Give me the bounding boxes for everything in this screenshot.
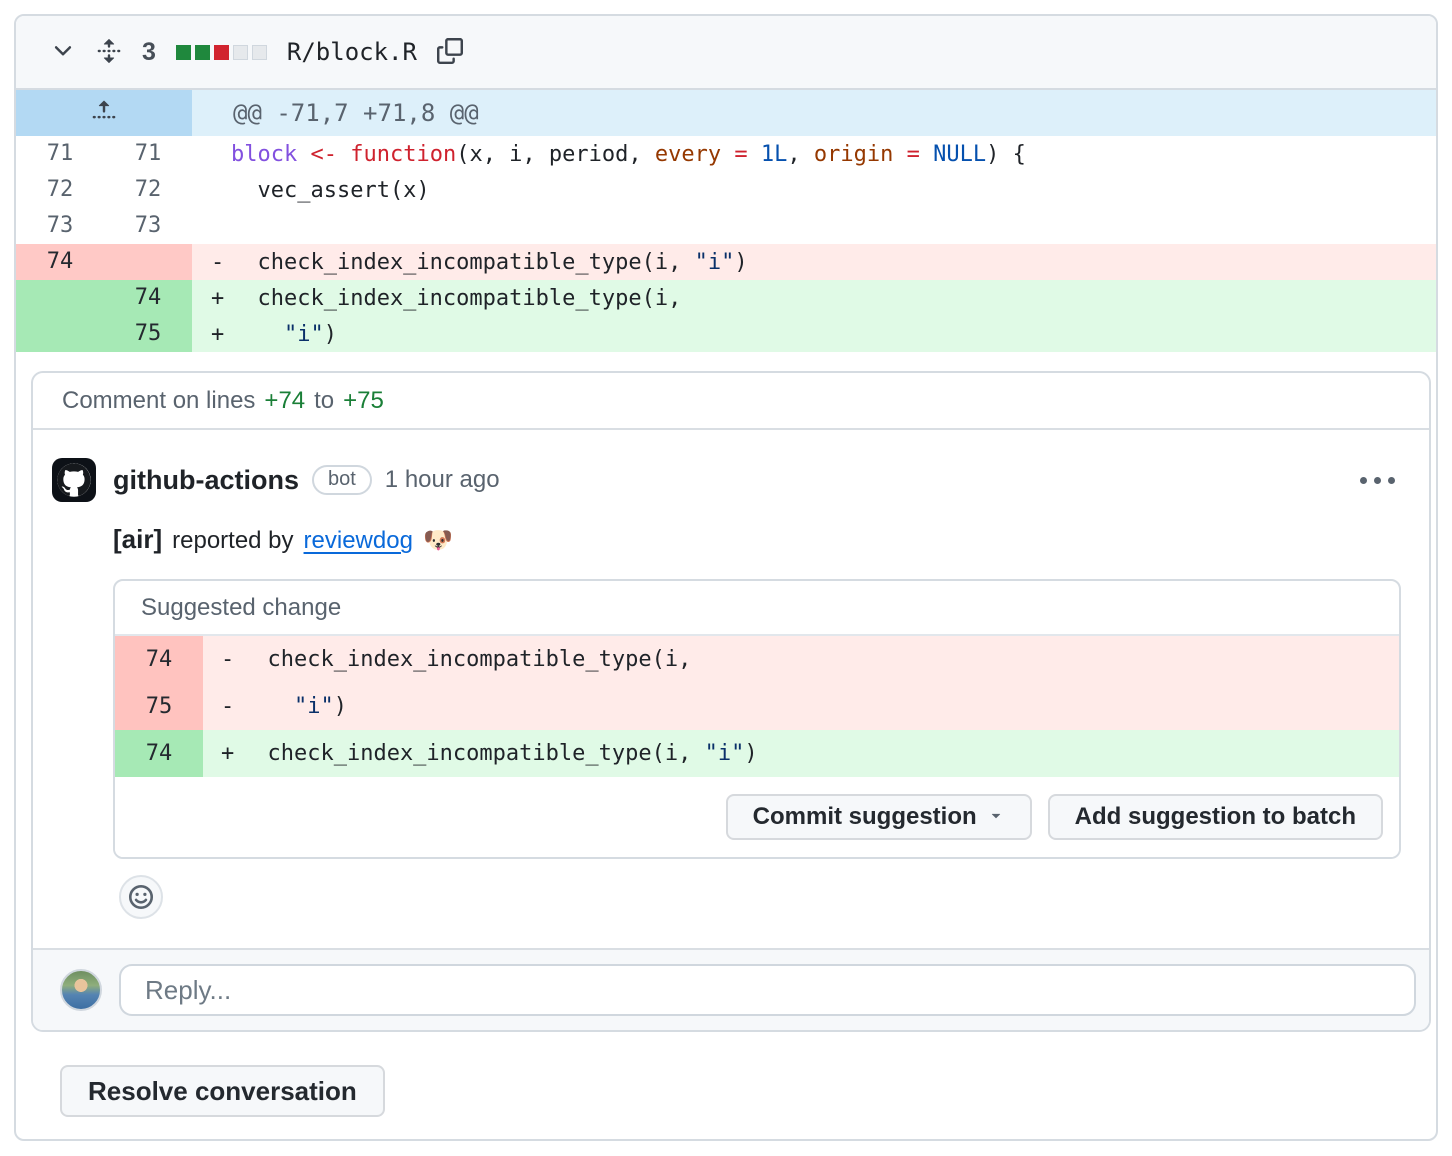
collapse-file-button[interactable] [50,38,76,67]
diff-row-context: 73 73 [16,208,1436,244]
resolve-conversation-button[interactable]: Resolve conversation [60,1065,385,1117]
diff-table: 71 71 block <- function(x, i, period, ev… [16,136,1436,352]
smiley-icon [128,884,154,910]
old-line-number[interactable]: 74 [16,244,104,280]
add-reaction-button[interactable] [119,875,163,919]
comment-body: [air] reported by reviewdog 🐶 [113,524,1401,555]
code-line: "i") [231,322,337,347]
reported-by-text: reported by [172,527,293,555]
diff-marker: - [221,647,241,672]
reviewdog-link[interactable]: reviewdog [304,527,413,555]
review-thread-card: Comment on lines +74 to +75 github-actio… [31,371,1431,1032]
github-actions-avatar [52,458,96,502]
suggested-change-title: Suggested change [115,581,1399,636]
old-line-number[interactable] [16,280,104,316]
suggested-change-card: Suggested change 74 - check_index_incomp… [113,579,1401,859]
suggestion-row-deleted: 75 - "i") [115,683,1399,730]
diff-marker [211,142,231,167]
new-line-number[interactable]: 72 [104,172,192,208]
unfold-icon [96,38,122,67]
kebab-icon [1360,477,1395,484]
diff-row-added: 74 + check_index_incompatible_type(i, [16,280,1436,316]
changed-lines-count: 3 [142,38,156,67]
suggestion-row-deleted: 74 - check_index_incompatible_type(i, [115,636,1399,683]
hunk-row: @@ -71,7 +71,8 @@ [16,90,1436,136]
comment-options-button[interactable] [1354,471,1401,490]
diff-row-deleted: 74 - check_index_incompatible_type(i, "i… [16,244,1436,280]
thread-header-connector: to [314,387,334,415]
diff-row-context: 71 71 block <- function(x, i, period, ev… [16,136,1436,172]
old-line-number[interactable]: 71 [16,136,104,172]
comment-author[interactable]: github-actions [113,465,299,496]
dog-emoji: 🐶 [423,526,453,555]
new-line-number[interactable]: 74 [104,280,192,316]
suggestion-row-added: 74 + check_index_incompatible_type(i, "i… [115,730,1399,777]
diffstat-square-deleted [214,45,229,60]
suggestion-line-number: 74 [115,730,203,777]
hunk-header-text: @@ -71,7 +71,8 @@ [192,90,1436,136]
diff-marker: + [211,286,231,311]
reply-input[interactable] [119,964,1416,1016]
diffstat-square-neutral [233,45,248,60]
diffstat-square-neutral [252,45,267,60]
diffstat-squares [176,45,267,60]
suggestion-line-number: 75 [115,683,203,730]
bot-badge: bot [312,465,372,495]
expand-all-hunks-button[interactable] [96,38,122,67]
thread-line-from: +74 [264,387,305,415]
code-line: block <- function(x, i, period, every = … [231,142,1026,167]
diff-marker: - [211,250,231,275]
diff-marker: + [221,741,241,766]
thread-line-to: +75 [343,387,384,415]
commit-suggestion-label: Commit suggestion [753,803,977,831]
comment: github-actions bot 1 hour ago [air] repo… [33,430,1429,948]
user-avatar [60,969,102,1011]
fold-up-icon [91,98,117,128]
suggestion-line-number: 74 [115,636,203,683]
old-line-number[interactable]: 73 [16,208,104,244]
comment-meta-row: github-actions bot 1 hour ago [113,458,1401,502]
commit-suggestion-button[interactable]: Commit suggestion [726,794,1032,840]
code-line: "i") [241,694,347,719]
suggestion-diff: 74 - check_index_incompatible_type(i, 75… [115,636,1399,777]
thread-header: Comment on lines +74 to +75 [33,373,1429,430]
suggestion-actions: Commit suggestion Add suggestion to batc… [115,777,1399,857]
file-name[interactable]: R/block.R [287,38,417,66]
diff-marker: - [221,694,241,719]
diff-row-context: 72 72 vec_assert(x) [16,172,1436,208]
add-suggestion-to-batch-label: Add suggestion to batch [1075,803,1356,831]
code-line: check_index_incompatible_type(i, [241,647,691,672]
triangle-down-icon [987,803,1005,831]
copy-file-path-button[interactable] [437,38,463,67]
chevron-down-icon [50,38,76,67]
comment-timestamp[interactable]: 1 hour ago [385,466,500,494]
diff-marker [211,178,231,203]
diff-marker [211,214,231,239]
diff-marker: + [211,322,231,347]
new-line-number[interactable]: 75 [104,316,192,352]
code-line: check_index_incompatible_type(i, "i") [241,741,758,766]
copy-icon [437,38,463,67]
new-line-number[interactable]: 71 [104,136,192,172]
new-line-number[interactable]: 73 [104,208,192,244]
diffstat-square-added [195,45,210,60]
code-line: check_index_incompatible_type(i, "i") [231,250,748,275]
diff-row-added: 75 + "i") [16,316,1436,352]
code-line: vec_assert(x) [231,178,430,203]
tool-tag: [air] [113,524,162,555]
file-header: 3 R/block.R [16,16,1436,90]
old-line-number[interactable]: 72 [16,172,104,208]
add-suggestion-to-batch-button[interactable]: Add suggestion to batch [1048,794,1383,840]
code-line: check_index_incompatible_type(i, [231,286,681,311]
new-line-number[interactable] [104,244,192,280]
old-line-number[interactable] [16,316,104,352]
comment-content: github-actions bot 1 hour ago [air] repo… [113,458,1401,948]
diff-file-card: 3 R/block.R @@ -71,7 +71,8 @@ 71 71 bloc… [14,14,1438,1141]
thread-header-prefix: Comment on lines [62,387,255,415]
expand-hunk-up-button[interactable] [16,90,192,136]
reply-footer [33,948,1429,1030]
diffstat-square-added [176,45,191,60]
